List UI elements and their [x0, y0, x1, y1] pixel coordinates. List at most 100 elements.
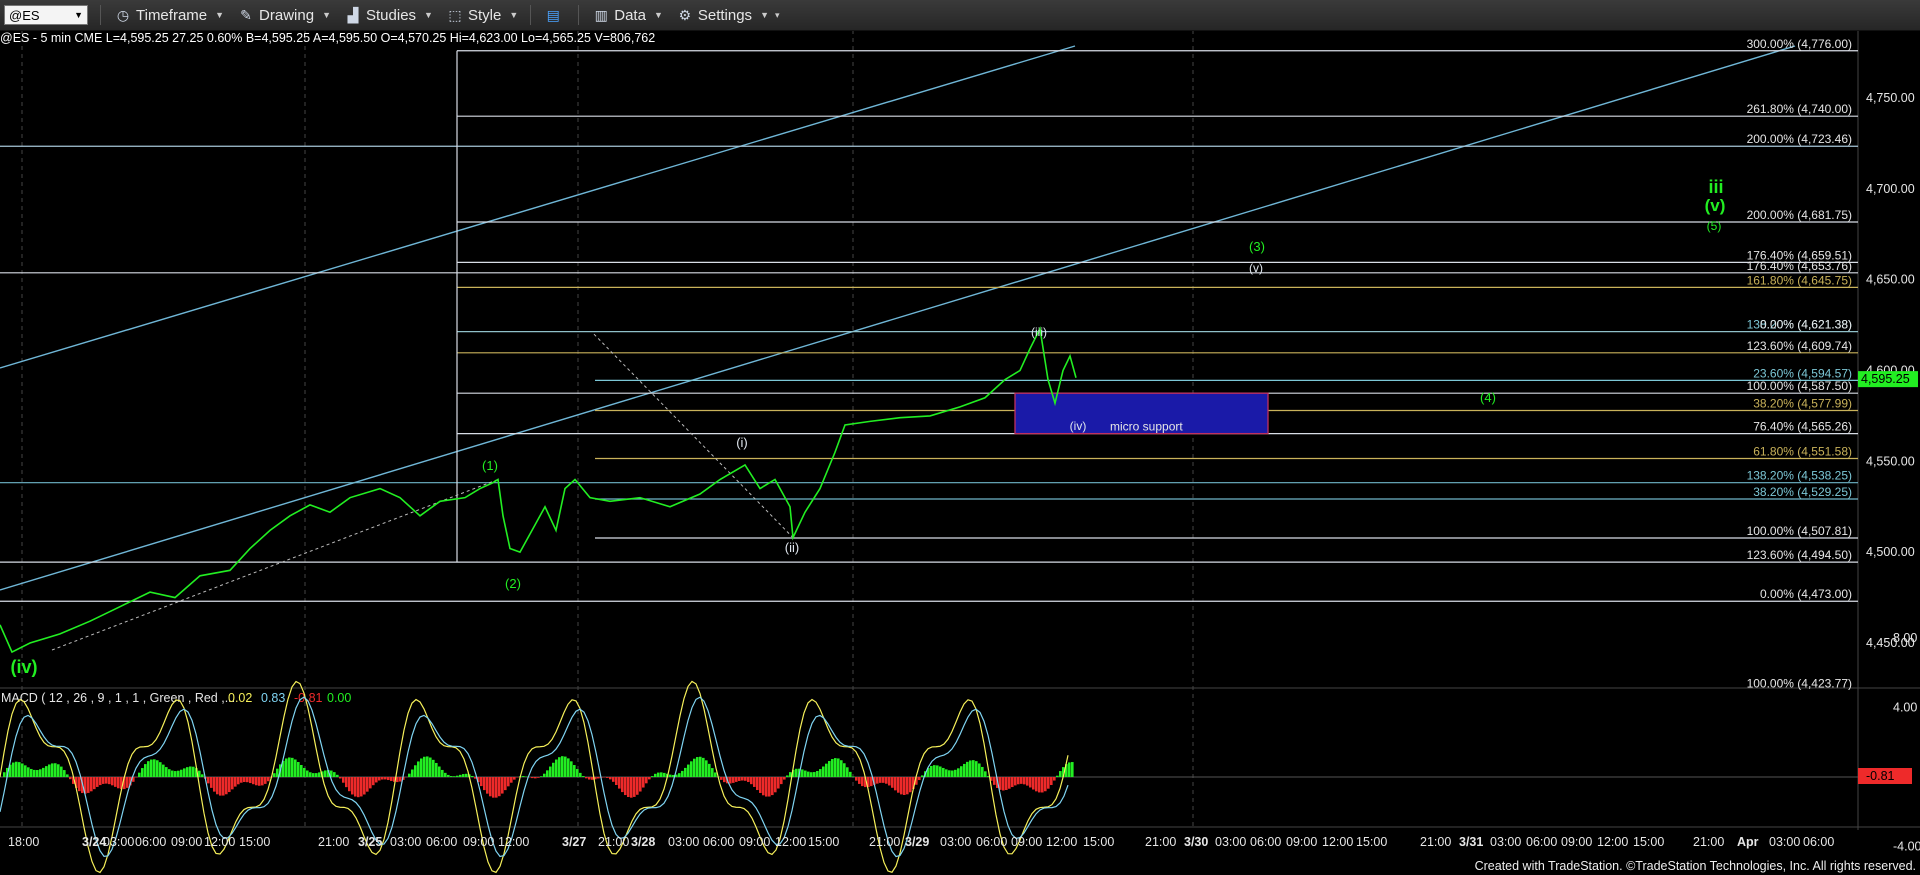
- macd-histogram-bar: [891, 777, 894, 788]
- macd-histogram-bar: [261, 777, 264, 786]
- gear-icon: ⚙: [678, 6, 692, 23]
- macd-histogram-bar: [714, 772, 717, 777]
- price-chart[interactable]: 300.00% (4,776.00) 261.80% (4,740.00) 200.…: [0, 0, 1920, 875]
- time-tick-label: 03:00: [390, 835, 421, 849]
- macd-histogram-bar: [771, 777, 774, 796]
- time-tick-label: 03:00: [103, 835, 134, 849]
- macd-histogram-bar: [3, 772, 6, 777]
- wave-label: (ii): [785, 540, 799, 555]
- macd-histogram-bar: [975, 761, 978, 777]
- macd-histogram-bar: [420, 758, 423, 777]
- macd-histogram-bar: [444, 772, 447, 777]
- macd-histogram-bar: [555, 759, 558, 777]
- macd-histogram-bar: [378, 777, 381, 781]
- macd-histogram-bar: [1071, 762, 1074, 777]
- macd-histogram-bar: [558, 757, 561, 777]
- macd-histogram-bar: [639, 777, 642, 792]
- layout-button[interactable]: ▤: [545, 7, 566, 23]
- style-menu[interactable]: ⬚ Style ▼: [447, 7, 518, 24]
- macd-histogram-bar: [720, 777, 723, 780]
- macd-histogram-bar: [240, 777, 243, 783]
- macd-histogram-bar: [993, 777, 996, 785]
- macd-histogram-bar: [105, 777, 108, 784]
- timeframe-menu[interactable]: ◷ Timeframe ▼: [115, 7, 224, 24]
- macd-histogram-bar: [606, 777, 609, 778]
- macd-histogram-bar: [849, 771, 852, 777]
- time-tick-label: Apr: [1737, 835, 1759, 849]
- macd-histogram-bar: [486, 777, 489, 794]
- time-tick-label: 06:00: [426, 835, 457, 849]
- macd-histogram-bar: [960, 766, 963, 777]
- macd-histogram-bar: [612, 777, 615, 782]
- data-menu[interactable]: ▥ Data ▼: [593, 7, 663, 24]
- studies-menu[interactable]: ▟ Studies ▼: [345, 7, 433, 24]
- macd-histogram-bar: [942, 767, 945, 777]
- macd-histogram-bar: [759, 777, 762, 793]
- price-tick-label: 4,700.00: [1866, 182, 1915, 196]
- macd-histogram-bar: [102, 777, 105, 784]
- drawing-menu[interactable]: ✎ Drawing ▼: [238, 7, 331, 24]
- symbol-input[interactable]: @ES ▼: [4, 5, 88, 25]
- macd-histogram-bar: [615, 777, 618, 786]
- time-tick-label: 15:00: [239, 835, 270, 849]
- fib-label: 0.00% (4,621.38): [1760, 318, 1852, 332]
- macd-histogram-bar: [837, 758, 840, 777]
- macd-histogram-bar: [435, 762, 438, 777]
- macd-histogram-bar: [591, 777, 594, 780]
- macd-histogram-bar: [315, 773, 318, 777]
- macd-histogram-bar: [87, 777, 90, 793]
- macd-histogram-bar: [186, 767, 189, 777]
- macd-histogram-bar: [897, 777, 900, 793]
- macd-histogram-bar: [834, 758, 837, 777]
- macd-histogram-bar: [93, 777, 96, 790]
- macd-histogram-bar: [159, 762, 162, 777]
- chevron-down-icon[interactable]: ▼: [74, 10, 83, 20]
- style-label: Style: [467, 6, 502, 24]
- fib-label: 76.40% (4,565.26): [1753, 420, 1852, 434]
- macd-histogram-bar: [969, 760, 972, 777]
- time-tick-label: 3/25: [358, 835, 382, 849]
- wave-label: (v): [1705, 196, 1726, 215]
- time-tick-label: 09:00: [739, 835, 770, 849]
- time-tick-label: 3/28: [631, 835, 655, 849]
- macd-histogram-bar: [450, 776, 453, 777]
- fib-label: 0.00% (4,473.00): [1760, 587, 1852, 601]
- macd-histogram-bar: [693, 758, 696, 777]
- macd-histogram-bar: [138, 772, 141, 777]
- macd-histogram-bar: [951, 770, 954, 777]
- macd-histogram-bar: [234, 777, 237, 787]
- time-tick-label: 12:00: [775, 835, 806, 849]
- timeframe-label: Timeframe: [136, 6, 208, 24]
- macd-histogram-bar: [258, 777, 261, 786]
- fib-label: 176.40% (4,653.76): [1747, 259, 1852, 273]
- time-tick-label: 21:00: [318, 835, 349, 849]
- time-tick-label: 12:00: [1046, 835, 1077, 849]
- macd-histogram-bar: [348, 777, 351, 792]
- macd-histogram-bar: [210, 777, 213, 788]
- macd-histogram-bar: [768, 777, 771, 797]
- macd-histogram-bar: [429, 757, 432, 777]
- macd-histogram-bar: [309, 772, 312, 777]
- macd-histogram-bar: [885, 777, 888, 784]
- macd-histogram-bar: [462, 774, 465, 777]
- time-tick-label: 12:00: [1597, 835, 1628, 849]
- macd-histogram-bar: [339, 777, 342, 779]
- macd-histogram-bar: [651, 776, 654, 777]
- macd-histogram-bar: [447, 774, 450, 777]
- studies-label: Studies: [366, 6, 417, 24]
- price-tick-label: 4,550.00: [1866, 454, 1915, 468]
- macd-histogram-bar: [294, 759, 297, 777]
- settings-menu[interactable]: ⚙ Settings ▼ ▾: [677, 7, 780, 24]
- macd-histogram-bar: [423, 756, 426, 777]
- wave-label: (iii): [1031, 325, 1047, 339]
- chevron-down-icon: ▼: [322, 10, 331, 20]
- fib-label: 61.80% (4,551.58): [1753, 444, 1852, 458]
- macd-histogram-bar: [306, 770, 309, 777]
- fib-label: 300.00% (4,776.00): [1747, 37, 1852, 51]
- macd-histogram-bar: [231, 777, 234, 790]
- macd-histogram-bar: [456, 775, 459, 777]
- macd-histogram-bar: [813, 772, 816, 777]
- trend-helper-line: [593, 333, 794, 538]
- macd-histogram-bar: [369, 777, 372, 789]
- macd-histogram-bar: [744, 777, 747, 781]
